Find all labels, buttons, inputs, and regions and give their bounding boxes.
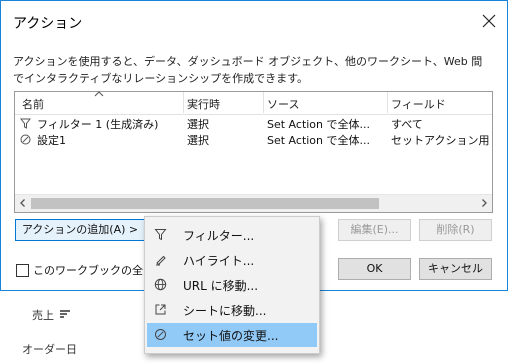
cancel-button[interactable]: キャンセル — [419, 258, 492, 280]
apply-all-sheets-checkbox[interactable] — [16, 264, 29, 277]
menu-item-highlight[interactable]: ハイライト... — [147, 248, 317, 272]
globe-icon — [154, 278, 167, 291]
cell-name: 設定1 — [37, 134, 66, 147]
filter-icon — [154, 229, 167, 241]
ok-button[interactable]: OK — [338, 258, 411, 280]
background-label-sales: 売上 — [32, 309, 54, 322]
menu-item-label: フィルター... — [183, 229, 255, 243]
cell-field: セットアクション用 選 — [391, 134, 491, 147]
sort-ascending-icon — [94, 91, 104, 97]
cell-source: Set Action で全体... — [267, 118, 370, 131]
set-icon — [20, 134, 31, 145]
menu-item-go-to-sheet[interactable]: シートに移動... — [147, 298, 317, 322]
title-bar[interactable]: アクション — [1, 1, 507, 43]
sort-icon[interactable] — [60, 309, 70, 319]
table-row[interactable]: フィルター 1 (生成済み) 選択 Set Action で全体... すべて — [15, 116, 492, 131]
horizontal-scrollbar[interactable] — [15, 194, 492, 212]
background-label-order-date: オーダー日 — [22, 343, 77, 356]
column-header-run-on[interactable]: 実行時 — [187, 96, 220, 112]
add-action-button[interactable]: アクションの追加(A) > — [15, 219, 145, 241]
filter-icon — [20, 118, 31, 129]
scroll-left-icon[interactable] — [18, 198, 28, 208]
scroll-right-icon[interactable] — [479, 198, 489, 208]
dialog-title: アクション — [13, 16, 83, 32]
close-button[interactable] — [473, 7, 505, 35]
column-header-source[interactable]: ソース — [267, 96, 299, 112]
menu-item-label: セット値の変更... — [183, 329, 279, 343]
highlight-icon — [156, 255, 166, 266]
column-header-field[interactable]: フィールド — [391, 96, 446, 112]
cell-name: フィルター 1 (生成済み) — [37, 118, 159, 131]
set-icon — [155, 329, 166, 340]
apply-all-sheets-label: このワークブックの全ジ — [33, 264, 154, 277]
cell-run-on: 選択 — [187, 134, 209, 147]
cell-field: すべて — [391, 118, 423, 131]
menu-item-label: ハイライト... — [183, 254, 255, 268]
table-row[interactable]: 設定1 選択 Set Action で全体... セットアクション用 選 — [15, 132, 492, 147]
column-header-name[interactable]: 名前 — [22, 96, 44, 112]
menu-item-label: シートに移動... — [183, 304, 267, 318]
cell-source: Set Action で全体... — [267, 134, 370, 147]
menu-item-label: URL に移動... — [183, 279, 259, 293]
add-action-menu: フィルター... ハイライト... URL に移動... シートに移動... セ… — [144, 216, 320, 354]
scrollbar-thumb[interactable] — [31, 198, 379, 209]
menu-item-filter[interactable]: フィルター... — [147, 223, 317, 247]
close-icon — [482, 14, 496, 28]
menu-item-go-to-url[interactable]: URL に移動... — [147, 273, 317, 297]
delete-button[interactable]: 削除(R) — [419, 219, 492, 241]
menu-item-change-set-values[interactable]: セット値の変更... — [147, 323, 317, 347]
sheet-link-icon — [155, 304, 166, 315]
dialog-description: アクションを使用すると、データ、ダッシュボード オブジェクト、他のワークシート、… — [13, 55, 483, 85]
edit-button[interactable]: 編集(E)... — [338, 219, 411, 241]
table-header: 名前 実行時 ソース フィールド — [15, 91, 492, 115]
actions-table: 名前 実行時 ソース フィールド フィルター 1 (生成済み) 選択 Set A… — [14, 91, 493, 213]
cell-run-on: 選択 — [187, 118, 209, 131]
